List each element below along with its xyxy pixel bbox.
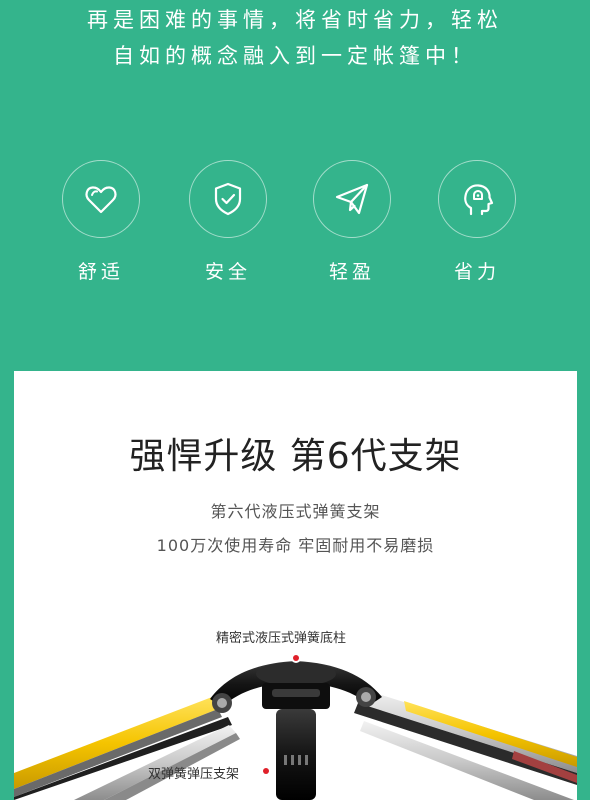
feature-icons-row: 舒适 安全 轻盈 省力 xyxy=(0,160,590,290)
feature-circle xyxy=(189,160,267,238)
feature-circle xyxy=(438,160,516,238)
feature-effort-saving: 省力 xyxy=(432,160,522,284)
paper-plane-icon xyxy=(335,183,369,215)
feature-circle xyxy=(62,160,140,238)
annotation-spring-column: 精密式液压式弹簧底柱 xyxy=(216,631,347,646)
annotation-marker-dot xyxy=(263,768,269,774)
annotation-double-spring: 双弹簧弹压支架 xyxy=(148,767,240,782)
intro-line-2: 自如的概念融入到一定帐篷中！ xyxy=(113,44,477,68)
heart-icon xyxy=(85,186,117,214)
shield-check-icon xyxy=(214,182,242,216)
feature-label: 省力 xyxy=(453,261,500,283)
feature-label: 轻盈 xyxy=(328,261,375,283)
intro-text: 再是困难的事情，将省时省力，轻松 自如的概念融入到一定帐篷中！ xyxy=(0,2,590,74)
right-poles xyxy=(354,689,577,800)
feature-label: 舒适 xyxy=(77,261,124,283)
feature-circle xyxy=(313,160,391,238)
feature-label: 安全 xyxy=(204,261,251,283)
tent-frame-image xyxy=(14,661,577,800)
feature-comfort: 舒适 xyxy=(56,160,146,284)
intro-line-1: 再是困难的事情，将省时省力，轻松 xyxy=(87,8,503,32)
product-card: 强悍升级 第6代支架 第六代液压式弹簧支架 100万次使用寿命 牢固耐用不易磨损 xyxy=(14,371,577,800)
feature-lightweight: 轻盈 xyxy=(307,160,397,284)
feature-safety: 安全 xyxy=(183,160,273,284)
head-profile-icon xyxy=(464,184,494,216)
left-poles xyxy=(14,697,240,800)
annotation-marker-dot xyxy=(293,655,299,661)
